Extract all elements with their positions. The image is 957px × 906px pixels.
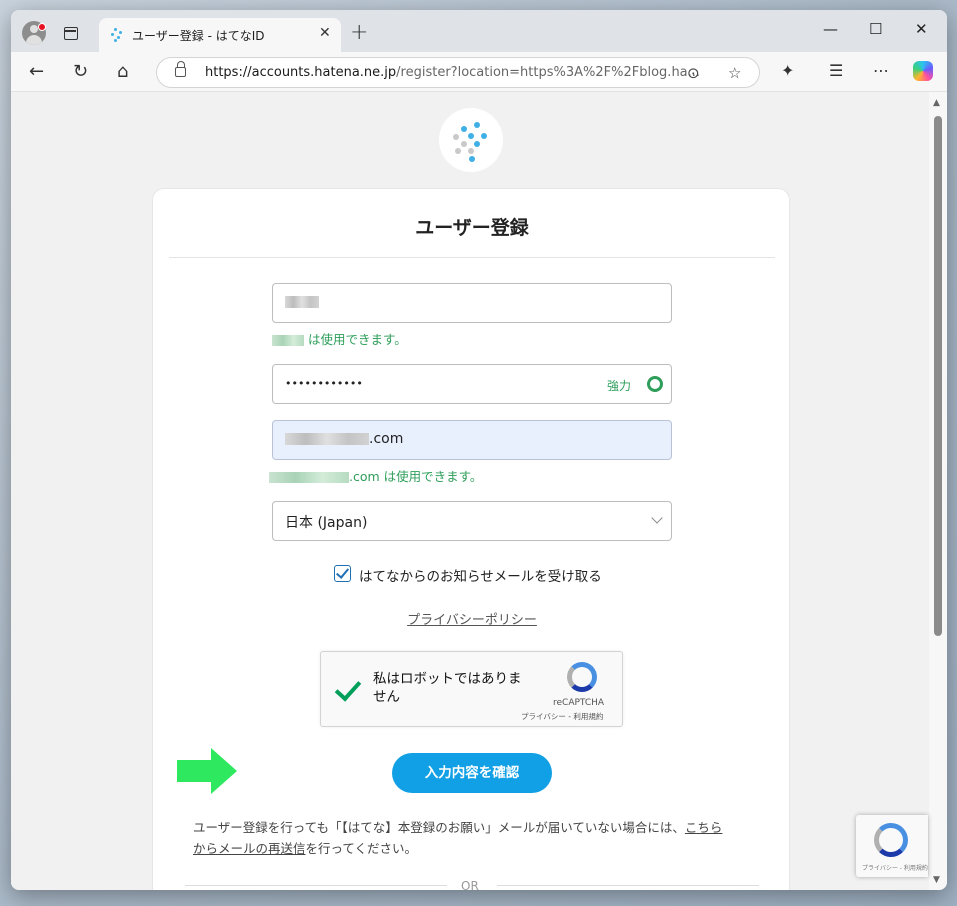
recaptcha-label: 私はロボットではありません (373, 671, 522, 705)
minimize-button[interactable]: — (823, 20, 838, 38)
close-window-button[interactable]: ✕ (915, 20, 928, 38)
or-divider: OR (185, 879, 759, 890)
lock-icon[interactable] (175, 61, 186, 77)
maximize-button[interactable]: ☐ (869, 20, 882, 38)
copilot-icon[interactable] (913, 61, 933, 81)
settings-more-icon[interactable]: ⋯ (873, 61, 889, 80)
more-options-icon[interactable]: ⊙ (687, 64, 700, 82)
chevron-down-icon (651, 512, 663, 524)
country-select[interactable]: 日本 (Japan) (272, 501, 672, 541)
email-ok-message: .com は使用できます。 (269, 466, 482, 485)
favorite-star-icon[interactable]: ☆ (728, 64, 741, 82)
tab-bar: ユーザー登録 - はてなID ✕ + — ☐ ✕ (11, 10, 947, 52)
home-icon[interactable]: ⌂ (117, 61, 128, 82)
notification-dot-icon (38, 23, 46, 31)
scroll-down-icon[interactable]: ▼ (933, 875, 940, 885)
page-viewport: ユーザー登録 は使用できます。 •••••••••••• 強力 .com .co… (11, 92, 929, 890)
divider (169, 257, 775, 258)
browser-toolbar: ← ↻ ⌂ https://accounts.hatena.ne.jp/regi… (11, 52, 947, 92)
url-text: https://accounts.hatena.ne.jp/register?l… (205, 65, 701, 80)
country-value: 日本 (Japan) (285, 515, 368, 531)
resend-note: ユーザー登録を行っても「【はてな】本登録のお願い」メールが届いていない場合には、… (193, 820, 723, 856)
tab-actions-icon[interactable] (64, 27, 78, 40)
privacy-policy-link[interactable]: プライバシーポリシー (153, 609, 791, 628)
tab-active[interactable]: ユーザー登録 - はてなID ✕ (99, 18, 341, 52)
here-link[interactable]: こちら (685, 820, 723, 835)
hatena-logo-icon (439, 108, 503, 172)
confirm-button[interactable]: 入力内容を確認 (392, 753, 552, 793)
extensions-icon[interactable]: ✦ (781, 61, 794, 80)
newsletter-label: はてなからのお知らせメールを受け取る (359, 569, 602, 585)
refresh-icon[interactable]: ↻ (73, 61, 88, 82)
recaptcha-widget[interactable]: 私はロボットではありません reCAPTCHA プライバシー - 利用規約 (320, 651, 623, 727)
recaptcha-badge-logo-icon (874, 823, 908, 857)
recaptcha-terms-link[interactable]: プライバシー - 利用規約 (521, 711, 603, 722)
scroll-thumb[interactable] (934, 116, 942, 636)
page-scrollbar[interactable]: ▲ ▼ (929, 92, 947, 890)
browser-window: ユーザー登録 - はてなID ✕ + — ☐ ✕ ← ↻ ⌂ https://a… (11, 10, 947, 890)
username-value-blurred (285, 294, 319, 310)
password-value: •••••••••••• (285, 377, 363, 390)
recaptcha-badge[interactable]: プライバシー - 利用規約 (856, 815, 928, 877)
username-ok-message: は使用できます。 (272, 329, 407, 348)
tab-close-icon[interactable]: ✕ (319, 25, 331, 41)
page-title: ユーザー登録 (415, 217, 529, 239)
favorites-icon[interactable]: ☰ (829, 61, 843, 80)
check-icon (334, 674, 362, 702)
recaptcha-badge-text: プライバシー - 利用規約 (862, 865, 928, 872)
password-strength-label: 強力 (606, 379, 631, 393)
password-field[interactable]: •••••••••••• 強力 (272, 364, 672, 404)
username-field[interactable] (272, 283, 672, 323)
scroll-up-icon[interactable]: ▲ (933, 98, 940, 108)
hatena-favicon-icon (109, 28, 123, 42)
address-bar[interactable]: https://accounts.hatena.ne.jp/register?l… (156, 57, 760, 88)
recaptcha-brand: reCAPTCHA (553, 698, 605, 708)
email-value: .com (285, 431, 403, 447)
newsletter-checkbox[interactable] (334, 565, 351, 582)
resend-link[interactable]: からメールの再送信 (193, 841, 306, 856)
strength-ok-icon (647, 376, 663, 392)
green-arrow-icon (177, 748, 237, 794)
back-icon[interactable]: ← (29, 61, 44, 82)
registration-card: ユーザー登録 は使用できます。 •••••••••••• 強力 .com .co… (152, 188, 790, 890)
email-field[interactable]: .com (272, 420, 672, 460)
recaptcha-logo-icon (567, 662, 597, 692)
tab-title: ユーザー登録 - はてなID (132, 29, 265, 43)
new-tab-button[interactable]: + (350, 20, 368, 45)
